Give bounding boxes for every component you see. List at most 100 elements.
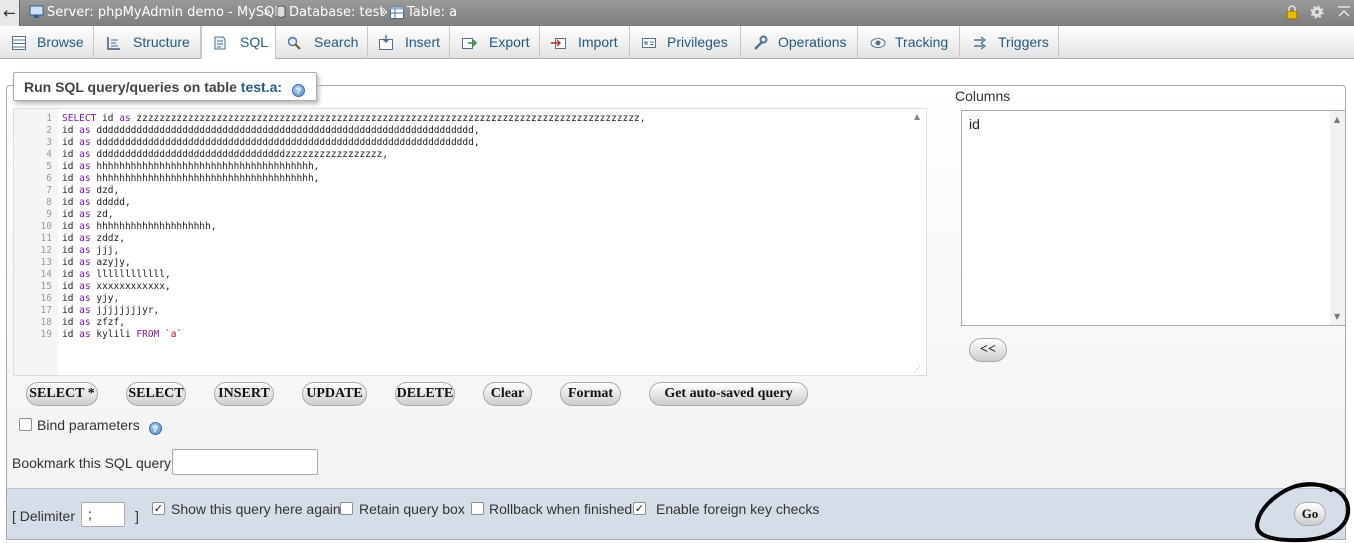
sql-editor[interactable]: 1 2 3 4 5 6 7 8 9 10 11 12 13 14 15 16 17 18 19 SELECT id … xyxy=(13,108,927,376)
database-label[interactable]: Database: test xyxy=(289,5,385,20)
code-line[interactable]: id as jjjjjjjjyr, xyxy=(62,305,910,317)
code-line[interactable]: id as hhhhhhhhhhhhhhhhhhhh, xyxy=(62,221,910,233)
line-number: 7 xyxy=(46,185,52,196)
tab-label[interactable]: Privileges xyxy=(667,26,728,59)
tab-label[interactable]: Search xyxy=(314,26,358,59)
code-line[interactable]: id as dddddddddddddddddddddddddddddddddz… xyxy=(62,149,910,161)
server-label[interactable]: Server: phpMyAdmin demo - MySQL xyxy=(47,5,282,20)
code-line[interactable]: id as yjy, xyxy=(62,293,910,305)
tab-insert[interactable]: Insert xyxy=(368,26,450,59)
code-line[interactable]: id as kylili FROM `a` xyxy=(62,329,910,341)
scroll-up-icon[interactable]: ▲ xyxy=(1334,115,1340,124)
gear-icon[interactable] xyxy=(1309,4,1325,20)
privileges-icon xyxy=(642,38,656,48)
format-button[interactable]: Format xyxy=(560,382,621,406)
rollback-checkbox[interactable] xyxy=(471,502,484,515)
bind-parameters-label[interactable]: Bind parameters ? xyxy=(37,417,162,435)
line-number: 1 xyxy=(46,113,52,124)
rollback-label[interactable]: Rollback when finished xyxy=(489,501,632,517)
table-label[interactable]: Table: a xyxy=(407,5,457,20)
tab-tracking[interactable]: Tracking xyxy=(858,26,960,59)
select-star-button[interactable]: SELECT * xyxy=(26,382,98,406)
select-button[interactable]: SELECT xyxy=(126,382,186,406)
tab-structure[interactable]: Structure xyxy=(94,26,201,59)
tab-label[interactable]: Triggers xyxy=(998,26,1049,59)
tab-label[interactable]: SQL xyxy=(240,26,268,59)
scroll-up-icon[interactable]: ▲ xyxy=(914,112,920,121)
breadcrumb-database[interactable]: Database: test xyxy=(276,0,385,26)
code-line[interactable]: id as dddddddddddddddddddddddddddddddddd… xyxy=(62,125,910,137)
tab-label[interactable]: Structure xyxy=(133,26,190,59)
foreign-key-checks-label[interactable]: Enable foreign key checks xyxy=(656,501,819,517)
tab-label[interactable]: Import xyxy=(578,26,618,59)
back-arrow-icon[interactable]: ← xyxy=(0,0,20,26)
lock-icon[interactable] xyxy=(1284,4,1300,20)
columns-listbox[interactable]: id ▲ ▼ xyxy=(961,110,1346,326)
insert-column-button[interactable]: << xyxy=(969,338,1007,362)
tab-operations[interactable]: Operations xyxy=(741,26,858,59)
help-icon[interactable]: ? xyxy=(148,422,162,435)
bind-parameters-checkbox[interactable] xyxy=(19,418,32,431)
show-query-label[interactable]: Show this query here again xyxy=(171,501,341,517)
column-option[interactable]: id xyxy=(969,116,980,132)
code-line[interactable]: id as zddz, xyxy=(62,233,910,245)
tab-label[interactable]: Insert xyxy=(405,26,440,59)
table-icon xyxy=(390,6,404,19)
tab-privileges[interactable]: Privileges xyxy=(630,26,741,59)
code-line[interactable]: id as hhhhhhhhhhhhhhhhhhhhhhhhhhhhhhhhhh… xyxy=(62,161,910,173)
code-line[interactable]: id as llllllllllll, xyxy=(62,269,910,281)
breadcrumb-separator: » xyxy=(263,5,271,20)
code-line[interactable]: id as jjj, xyxy=(62,245,910,257)
code-line[interactable]: id as dzd, xyxy=(62,185,910,197)
code-line[interactable]: id as azyjy, xyxy=(62,257,910,269)
tab-export[interactable]: Export xyxy=(450,26,540,59)
line-number-gutter: 1 2 3 4 5 6 7 8 9 10 11 12 13 14 15 16 17 18 19 xyxy=(14,109,58,375)
line-number: 4 xyxy=(46,149,52,160)
insert-button[interactable]: INSERT xyxy=(214,382,274,406)
code-line[interactable]: id as ddddd, xyxy=(62,197,910,209)
tab-import[interactable]: Import xyxy=(540,26,630,59)
tab-label[interactable]: Browse xyxy=(37,26,84,59)
hand-drawn-circle-annotation xyxy=(1254,482,1351,543)
sql-code[interactable]: SELECT id as zzzzzzzzzzzzzzzzzzzzzzzzzzz… xyxy=(62,113,910,341)
retain-query-box-checkbox[interactable] xyxy=(340,502,353,515)
tab-search[interactable]: Search xyxy=(276,26,368,59)
breadcrumb-table[interactable]: Table: a xyxy=(390,0,457,26)
show-query-checkbox[interactable]: ✓ xyxy=(152,502,165,515)
get-autosaved-query-button[interactable]: Get auto-saved query xyxy=(649,382,808,406)
tab-label[interactable]: Operations xyxy=(778,26,846,59)
legend-table-link[interactable]: test.a: xyxy=(241,79,282,95)
triggers-icon xyxy=(974,36,986,50)
breadcrumb-separator: » xyxy=(380,5,388,20)
legend-text: Run SQL query/queries on table xyxy=(24,79,241,95)
code-line[interactable]: id as dddddddddddddddddddddddddddddddddd… xyxy=(62,137,910,149)
structure-icon xyxy=(107,37,120,50)
insert-icon xyxy=(379,35,393,50)
retain-query-box-label[interactable]: Retain query box xyxy=(359,501,465,517)
code-line[interactable]: id as zfzf, xyxy=(62,317,910,329)
delete-button[interactable]: DELETE xyxy=(395,382,455,406)
tab-label[interactable]: Tracking xyxy=(895,26,948,59)
tab-bar: Browse Structure SQL Search Insert Expor… xyxy=(0,26,1354,59)
breadcrumb-server[interactable]: Server: phpMyAdmin demo - MySQL xyxy=(29,0,282,26)
tab-label[interactable]: Export xyxy=(489,26,529,59)
code-line[interactable]: id as zd, xyxy=(62,209,910,221)
bookmark-input[interactable] xyxy=(172,449,318,475)
editor-scrollbar[interactable]: ▲ ⋰ xyxy=(912,109,926,375)
collapse-icon[interactable] xyxy=(1336,4,1352,20)
columns-scrollbar[interactable]: ▲ ▼ xyxy=(1330,111,1345,325)
delimiter-input[interactable]: ; xyxy=(81,502,125,527)
update-button[interactable]: UPDATE xyxy=(302,382,367,406)
clear-button[interactable]: Clear xyxy=(483,382,532,406)
code-line[interactable]: SELECT id as zzzzzzzzzzzzzzzzzzzzzzzzzzz… xyxy=(62,113,910,125)
code-line[interactable]: id as hhhhhhhhhhhhhhhhhhhhhhhhhhhhhhhhhh… xyxy=(62,173,910,185)
tab-triggers[interactable]: Triggers xyxy=(960,26,1059,59)
help-icon[interactable]: ? xyxy=(291,84,305,97)
scroll-down-icon[interactable]: ▼ xyxy=(1334,312,1340,321)
tab-browse[interactable]: Browse xyxy=(0,26,94,59)
line-number: 8 xyxy=(46,197,52,208)
resize-handle-icon[interactable]: ⋰ xyxy=(914,365,921,373)
tab-sql[interactable]: SQL xyxy=(201,26,276,59)
foreign-key-checks-checkbox[interactable]: ✓ xyxy=(633,502,646,515)
code-line[interactable]: id as xxxxxxxxxxxx, xyxy=(62,281,910,293)
